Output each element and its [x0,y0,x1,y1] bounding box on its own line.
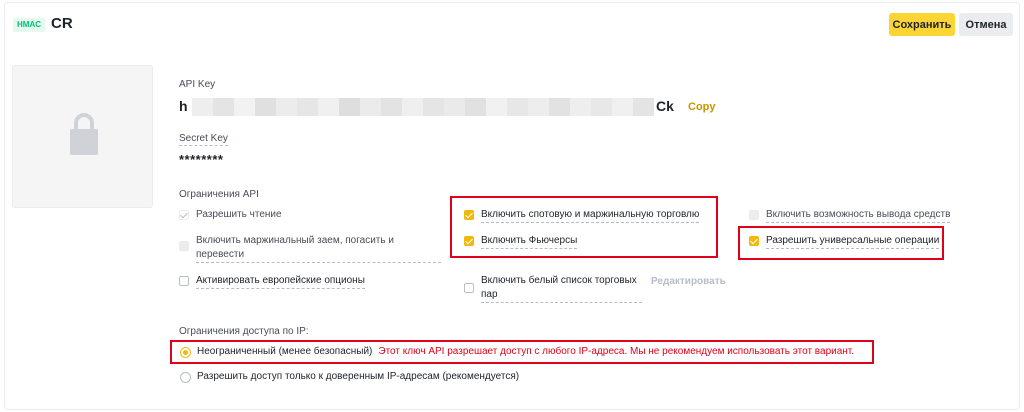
hmac-badge: HMAC [13,18,45,32]
withdraw-checkbox[interactable]: Включить возможность вывода средств [749,208,951,223]
radio-icon [180,371,191,383]
checkmark-icon [179,210,189,220]
api-key-prefix: h [179,98,188,114]
highlight-trading-permissions [450,196,718,258]
edit-whitelist-link[interactable]: Редактировать [651,276,726,287]
copy-api-key-link[interactable]: Copy [688,101,716,113]
margin-loan-checkbox[interactable]: Включить маржинальный заем, погасить и п… [179,234,441,263]
cancel-button[interactable]: Отмена [959,13,1013,36]
european-options-checkbox[interactable]: Активировать европейские опционы [179,274,365,289]
secret-key-value: ******** [179,152,224,167]
checkbox-icon [179,241,189,251]
secret-key-label: Secret Key [179,133,228,146]
ip-restrictions-label: Ограничения доступа по IP: [179,326,309,337]
checkbox-icon [749,210,759,220]
ip-unrestricted-radio[interactable]: Неограниченный (менее безопасный) Этот к… [180,345,854,359]
checkbox-icon [179,276,189,286]
read-permission-checkbox[interactable]: Разрешить чтение [179,208,282,222]
api-key-label: API Key [179,79,216,90]
api-restrictions-label: Ограничения API [179,189,259,200]
lock-icon [70,113,98,155]
save-button[interactable]: Сохранить [889,13,955,36]
api-key-masked-value [192,98,654,116]
ip-trusted-radio[interactable]: Разрешить доступ только к доверенным IP-… [180,370,519,384]
pair-whitelist-checkbox[interactable]: Включить белый список торговых пар [464,274,642,303]
checkbox-icon [464,283,474,293]
qr-placeholder [12,65,153,208]
ip-warning-text: Этот ключ API разрешает доступ с любого … [378,346,855,357]
highlight-universal-transfer [738,226,944,260]
api-key-suffix: Ck [656,98,674,114]
radio-selected-icon [180,346,191,358]
api-key-title: CR [51,15,73,32]
